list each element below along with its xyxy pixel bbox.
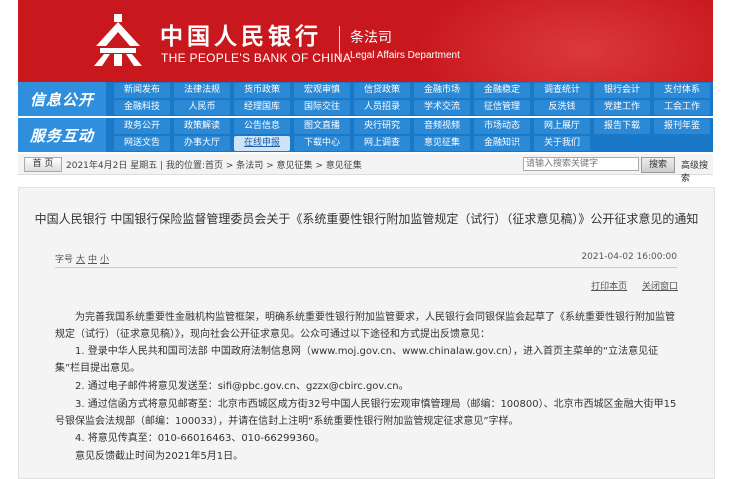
nav-item[interactable]: 报刊年鉴: [654, 119, 710, 134]
article-date: 2021-04-02 16:00:00: [581, 252, 677, 262]
nav-item[interactable]: 银行会计: [594, 83, 650, 98]
nav-item[interactable]: 政务公开: [114, 119, 170, 134]
nav-item[interactable]: 反洗钱: [534, 100, 590, 115]
nav-item[interactable]: 党建工作: [594, 100, 650, 115]
nav-item[interactable]: 政策解读: [174, 119, 230, 134]
nav-item[interactable]: 金融科技: [114, 100, 170, 115]
font-small-link[interactable]: 小: [100, 255, 109, 265]
nav-item[interactable]: 下载中心: [294, 136, 350, 151]
nav-item[interactable]: 央行研究: [354, 119, 410, 134]
font-size-label: 字号: [55, 255, 74, 265]
nav-item[interactable]: 工会工作: [654, 100, 710, 115]
page: 中国人民银行 THE PEOPLE'S BANK OF CHINA 条法司 Le…: [0, 0, 746, 479]
nav-item[interactable]: 货币政策: [234, 83, 290, 98]
font-medium-link[interactable]: 中: [88, 255, 97, 265]
search-button[interactable]: 搜索: [641, 157, 675, 173]
site-title-cn: 中国人民银行: [160, 23, 322, 50]
nav-item[interactable]: 意见征集: [414, 136, 470, 151]
font-large-link[interactable]: 大: [76, 255, 85, 265]
pboc-logo-icon: [94, 14, 142, 66]
dept-title-cn: 条法司: [350, 30, 392, 46]
nav-item[interactable]: 在线申报: [234, 136, 290, 151]
nav-item[interactable]: 宏观审慎: [294, 83, 350, 98]
nav-item[interactable]: 支付体系: [654, 83, 710, 98]
nav-item[interactable]: 征信管理: [474, 100, 530, 115]
breadcrumb: 2021年4月2日 星期五 | 我的位置:首页 > 条法司 > 意见征集 > 意…: [66, 161, 362, 171]
nav-service: 服务互动 政务公开 政策解读 公告信息 图文直播 央行研究 音频视频 市场动态 网上展厅 报告下…: [18, 118, 713, 152]
paragraph: 2. 通过电子邮件将意见发送至：sifi@pbc.gov.cn、gzzx@cbi…: [75, 381, 409, 392]
nav-item[interactable]: 音频视频: [414, 119, 470, 134]
article-meta: 字号大中小 2021-04-02 16:00:00: [55, 251, 677, 268]
advanced-search-link[interactable]: 高级搜索: [681, 158, 713, 184]
home-button[interactable]: 首 页: [24, 157, 62, 172]
dept-title-en: Legal Affairs Department: [350, 50, 460, 61]
article-actions: 打印本页 关闭窗口: [579, 279, 678, 292]
nav-info: 信息公开 新闻发布 法律法规 货币政策 宏观审慎 信贷政策 金融市场 金融稳定 调查统计 银行会…: [18, 82, 713, 116]
nav-item[interactable]: 图文直播: [294, 119, 350, 134]
nav-item[interactable]: 新闻发布: [114, 83, 170, 98]
paragraph: 4. 将意见传真至：010-66016463、010-66299360。: [75, 433, 325, 444]
paragraph: 1. 登录中华人民共和国司法部 中国政府法制信息网（www.moj.gov.cn…: [55, 346, 659, 374]
nav-item[interactable]: 网送文告: [114, 136, 170, 151]
nav-item[interactable]: 金融稳定: [474, 83, 530, 98]
nav-item[interactable]: 公告信息: [234, 119, 290, 134]
nav-item[interactable]: 报告下载: [594, 119, 650, 134]
nav-item[interactable]: 关于我们: [534, 136, 590, 151]
close-window-link[interactable]: 关闭窗口: [642, 282, 678, 292]
nav-info-label: 信息公开: [18, 82, 106, 116]
nav-item[interactable]: 经理国库: [234, 100, 290, 115]
nav-item[interactable]: 法律法规: [174, 83, 230, 98]
search-input[interactable]: [523, 157, 639, 171]
header-banner: 中国人民银行 THE PEOPLE'S BANK OF CHINA 条法司 Le…: [18, 0, 713, 82]
nav-item[interactable]: 网上展厅: [534, 119, 590, 134]
nav-item[interactable]: 办事大厅: [174, 136, 230, 151]
site-title-en: THE PEOPLE'S BANK OF CHINA: [161, 51, 352, 65]
paragraph: 3. 通过信函方式将意见邮寄至：北京市西城区成方街32号中国人民银行宏观审慎管理…: [55, 399, 677, 427]
article: 中国人民银行 中国银行保险监督管理委员会关于《系统重要性银行附加监管规定（试行）…: [18, 187, 715, 479]
nav-item[interactable]: 学术交流: [414, 100, 470, 115]
nav-item[interactable]: 调查统计: [534, 83, 590, 98]
breadcrumb-bar: 首 页 2021年4月2日 星期五 | 我的位置:首页 > 条法司 > 意见征集…: [18, 154, 713, 184]
nav-item[interactable]: 人员招录: [354, 100, 410, 115]
nav-item[interactable]: 信贷政策: [354, 83, 410, 98]
nav-service-label: 服务互动: [18, 118, 106, 152]
print-link[interactable]: 打印本页: [591, 282, 627, 292]
paragraph: 为完善我国系统重要性金融机构监管框架，明确系统重要性银行附加监管要求，人民银行会…: [55, 312, 675, 340]
nav-item[interactable]: 人民币: [174, 100, 230, 115]
nav-item[interactable]: 网上调查: [354, 136, 410, 151]
nav-item[interactable]: 国际交往: [294, 100, 350, 115]
nav-item[interactable]: 金融知识: [474, 136, 530, 151]
paragraph: 意见反馈截止时间为2021年5月1日。: [75, 451, 244, 462]
article-title: 中国人民银行 中国银行保险监督管理委员会关于《系统重要性银行附加监管规定（试行）…: [34, 212, 699, 226]
nav-item[interactable]: 金融市场: [414, 83, 470, 98]
nav-item[interactable]: 市场动态: [474, 119, 530, 134]
